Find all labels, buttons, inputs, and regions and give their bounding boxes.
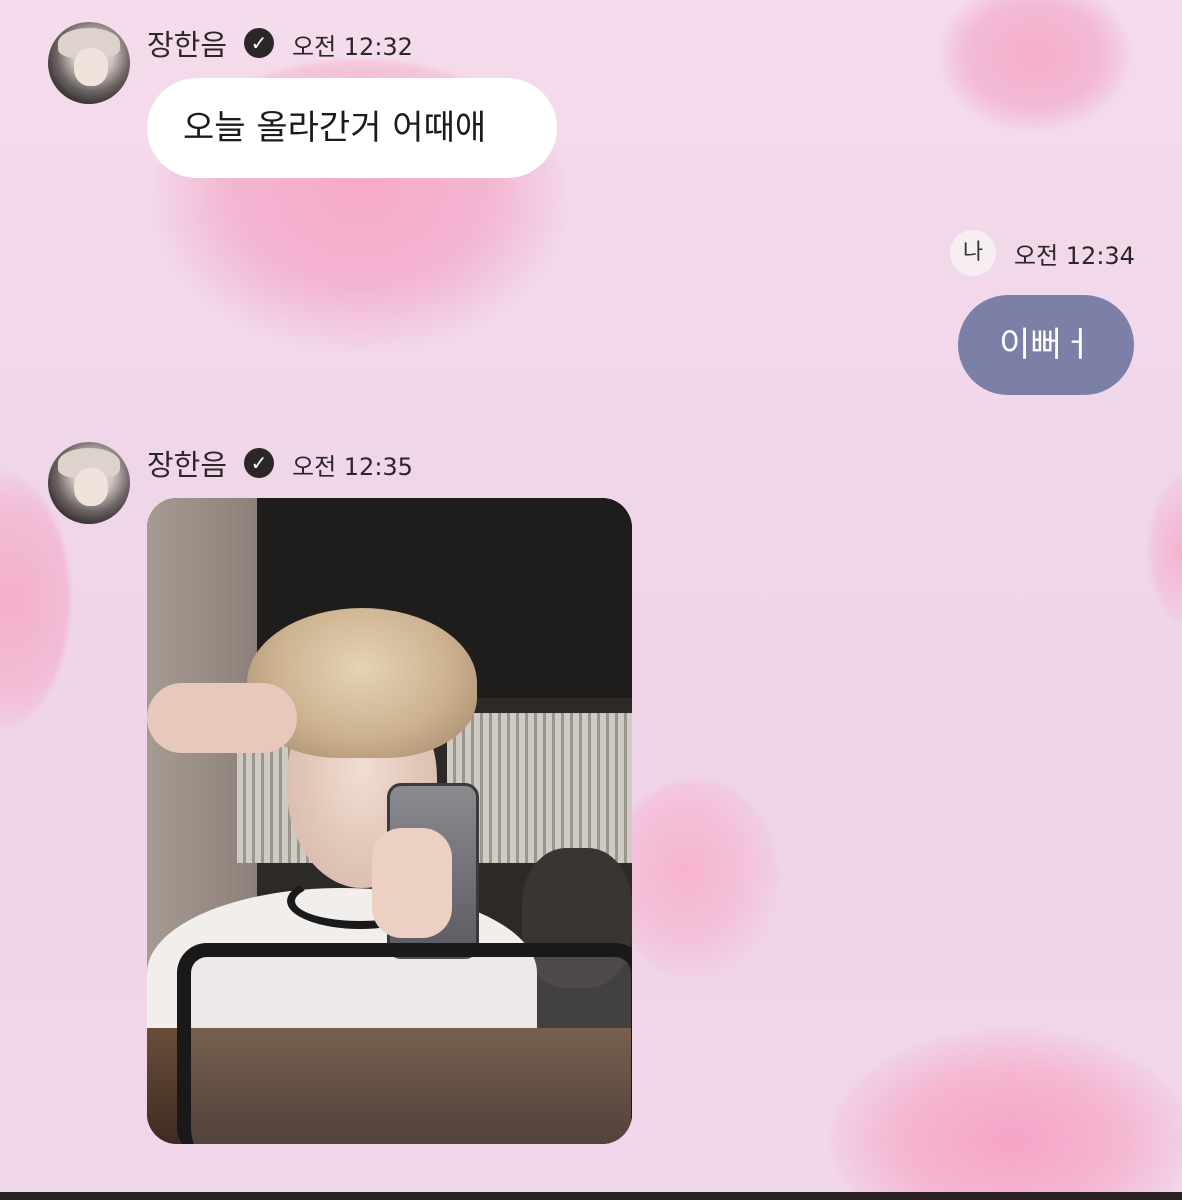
message-time: 오전 12:34: [1014, 242, 1135, 270]
sender-name: 장한음: [147, 448, 228, 482]
message-bubble-incoming[interactable]: 오늘 올라간거 어때애: [147, 78, 557, 178]
message-image[interactable]: [147, 498, 632, 1144]
sender-name: 장한음: [147, 28, 228, 62]
message-bubble-outgoing[interactable]: 이뻐ㅓ: [958, 295, 1134, 395]
verified-check-icon: ✓: [244, 448, 274, 478]
message-time: 오전 12:35: [292, 453, 413, 481]
verified-check-icon: ✓: [244, 28, 274, 58]
bottom-divider: [0, 1192, 1182, 1200]
heart-decoration: [610, 780, 780, 980]
me-badge: 나: [950, 230, 996, 276]
avatar[interactable]: [48, 442, 130, 524]
avatar[interactable]: [48, 22, 130, 104]
heart-decoration: [940, 0, 1130, 130]
heart-decoration: [830, 1030, 1182, 1200]
message-time: 오전 12:32: [292, 33, 413, 61]
heart-decoration: [1150, 470, 1182, 630]
